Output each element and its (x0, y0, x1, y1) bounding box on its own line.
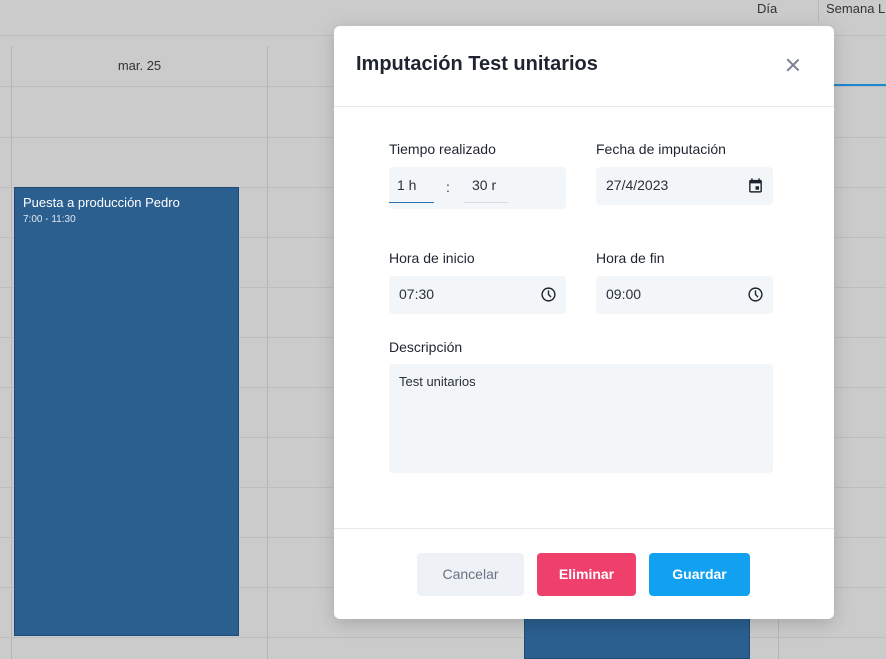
start-time-value: 07:30 (399, 286, 435, 302)
start-time-input[interactable]: 07:30 (389, 276, 566, 314)
end-time-value: 09:00 (606, 286, 642, 302)
dialog-header: Imputación Test unitarios (334, 26, 834, 107)
footer-divider (334, 528, 834, 529)
close-icon[interactable] (784, 56, 802, 74)
calendar-event[interactable]: Puesta a producción Pedro 7:00 - 11:30 (14, 187, 239, 636)
row-divider (0, 637, 886, 638)
event-time: 7:00 - 11:30 (23, 214, 76, 225)
date-value: 27/4/2023 (606, 177, 669, 193)
clock-icon[interactable] (540, 286, 557, 303)
day-header[interactable]: mar. 25 (12, 46, 267, 86)
end-time-label: Hora de fin (596, 250, 665, 266)
tab-day[interactable]: Día (757, 0, 777, 26)
calendar-icon[interactable] (747, 177, 764, 194)
delete-button[interactable]: Eliminar (537, 553, 636, 596)
tab-week[interactable]: Semana L (826, 0, 885, 26)
cancel-button[interactable]: Cancelar (417, 553, 524, 596)
clock-icon[interactable] (747, 286, 764, 303)
view-tabs: Día Semana L (740, 0, 886, 26)
minutes-input[interactable]: 30 r (464, 167, 508, 203)
start-time-label: Hora de inicio (389, 250, 475, 266)
description-textarea[interactable]: Test unitarios (389, 364, 773, 473)
save-button[interactable]: Guardar (649, 553, 750, 596)
time-spent-label: Tiempo realizado (389, 141, 496, 157)
time-separator: : (446, 179, 450, 195)
tab-separator (818, 0, 819, 22)
hours-input[interactable]: 1 h (389, 167, 434, 203)
date-label: Fecha de imputación (596, 141, 726, 157)
description-label: Descripción (389, 339, 463, 355)
imputation-dialog: Imputación Test unitarios Tiempo realiza… (334, 26, 834, 619)
dialog-title: Imputación Test unitarios (356, 53, 598, 75)
end-time-input[interactable]: 09:00 (596, 276, 773, 314)
time-spent-field: 1 h : 30 r (389, 167, 566, 209)
event-title: Puesta a producción Pedro (23, 195, 180, 210)
date-input[interactable]: 27/4/2023 (596, 167, 773, 205)
